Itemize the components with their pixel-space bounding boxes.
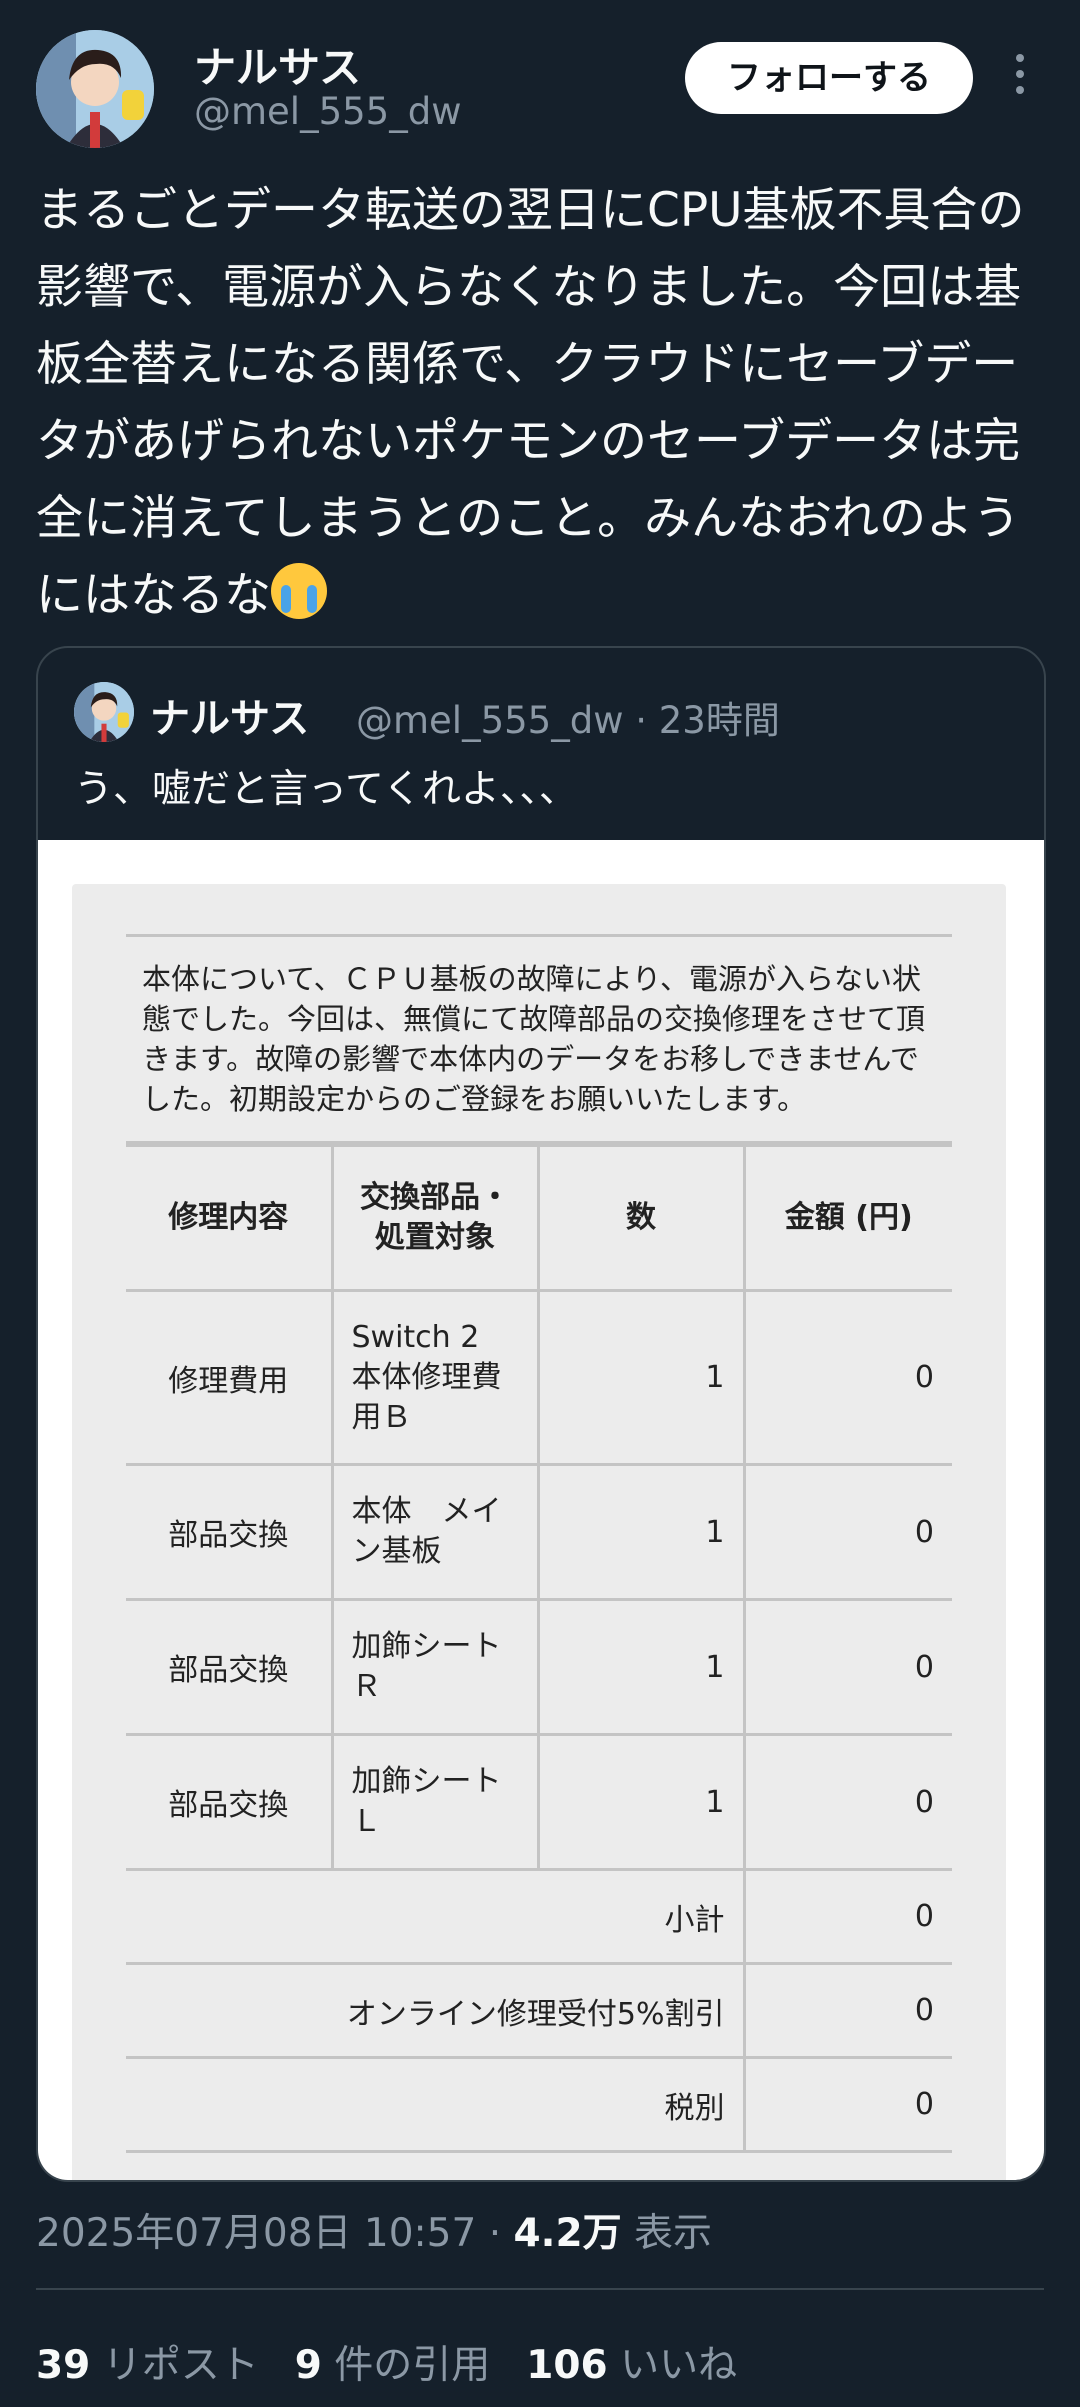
summary-amount: 0: [742, 1868, 952, 1965]
part-cell: Switch 2 本体修理費用Ｂ: [330, 1289, 540, 1466]
timestamp[interactable]: 2025年07月08日 10:57 ·: [36, 2211, 501, 2256]
view-count: 4.2万: [513, 2211, 622, 2256]
tweet-meta: 2025年07月08日 10:57 · 4.2万 表示: [36, 2202, 712, 2258]
engagement-stats: 39 リポスト 9 件の引用 106 いいね: [36, 2334, 737, 2390]
summary-amount: 0: [742, 1962, 952, 2059]
more-options-icon[interactable]: [1010, 54, 1030, 102]
repair-type-cell: 部品交換: [126, 1733, 334, 1871]
table-row: 部品交換 加飾シートＲ 1 0: [126, 1598, 952, 1736]
author-name[interactable]: ナルサス: [194, 34, 361, 95]
divider: [36, 2288, 1044, 2290]
tweet-text: まるごとデータ転送の翌日にCPU基板不具合の影響で、電源が入らなくなりました。今…: [36, 172, 1046, 634]
table-row: 部品交換 加飾シートＬ 1 0: [126, 1733, 952, 1871]
like-count: 106: [526, 2343, 608, 2388]
amount-cell: 0: [742, 1463, 952, 1601]
column-header: 交換部品・処置対象: [330, 1144, 540, 1292]
part-cell: 加飾シートＲ: [330, 1598, 540, 1736]
repost-label: リポスト: [102, 2343, 259, 2388]
author-handle[interactable]: @mel_555_dw: [194, 90, 461, 133]
summary-label: 税別: [126, 2056, 746, 2153]
quote-author-name: ナルサス: [150, 696, 310, 742]
quote-label: 件の引用: [334, 2343, 491, 2388]
view-label: 表示: [634, 2211, 713, 2256]
quote-avatar: [74, 682, 134, 742]
summary-row: 小計 0: [126, 1868, 952, 1965]
column-header: 金額 (円): [742, 1144, 952, 1292]
amount-cell: 0: [742, 1598, 952, 1736]
repair-type-cell: 修理費用: [126, 1289, 334, 1466]
summary-label: オンライン修理受付5%割引: [126, 1962, 746, 2059]
quote-text: う、嘘だと言ってくれよ、、、: [74, 767, 578, 812]
quoted-tweet[interactable]: ナルサス @mel_555_dw · 23時間 う、嘘だと言ってくれよ、、、 本…: [36, 646, 1046, 2182]
follow-button[interactable]: フォローする: [685, 42, 973, 114]
loudly-crying-face-icon: [271, 563, 327, 619]
summary-row: オンライン修理受付5%割引 0: [126, 1962, 952, 2059]
table-row: 部品交換 本体 メイン基板 1 0: [126, 1463, 952, 1601]
likes-link[interactable]: 106 いいね: [526, 2343, 737, 2388]
summary-row: 税別 0: [126, 2056, 952, 2153]
tweet-header: ナルサス @mel_555_dw フォローする: [0, 0, 1080, 160]
like-label: いいね: [620, 2343, 738, 2388]
summary-amount: 0: [742, 2056, 952, 2153]
quotes-link[interactable]: 9 件の引用: [295, 2343, 491, 2388]
repair-type-cell: 部品交換: [126, 1598, 334, 1736]
author-avatar[interactable]: [36, 30, 154, 148]
amount-cell: 0: [742, 1289, 952, 1466]
quantity-cell: 1: [536, 1463, 746, 1601]
column-header: 修理内容: [126, 1144, 334, 1292]
repair-document: 本体について、ＣＰＵ基板の故障により、電源が入らない状態でした。今回は、無償にて…: [72, 884, 1006, 2180]
part-cell: 本体 メイン基板: [330, 1463, 540, 1601]
table-header-row: 修理内容 交換部品・処置対象 数 金額 (円): [126, 1144, 952, 1292]
repair-notice: 本体について、ＣＰＵ基板の故障により、電源が入らない状態でした。今回は、無償にて…: [126, 934, 952, 1144]
column-header: 数: [536, 1144, 746, 1292]
amount-cell: 0: [742, 1733, 952, 1871]
quote-author-handle-time: @mel_555_dw · 23時間: [356, 699, 780, 742]
quote-attached-image[interactable]: 本体について、ＣＰＵ基板の故障により、電源が入らない状態でした。今回は、無償にて…: [38, 840, 1044, 2180]
repair-type-cell: 部品交換: [126, 1463, 334, 1601]
quantity-cell: 1: [536, 1733, 746, 1871]
reposts-link[interactable]: 39 リポスト: [36, 2343, 259, 2388]
quantity-cell: 1: [536, 1289, 746, 1466]
table-row: 修理費用 Switch 2 本体修理費用Ｂ 1 0: [126, 1289, 952, 1466]
repair-table: 修理内容 交換部品・処置対象 数 金額 (円) 修理費用 Switch 2 本体…: [126, 1144, 952, 2153]
document-body: 本体について、ＣＰＵ基板の故障により、電源が入らない状態でした。今回は、無償にて…: [126, 934, 952, 2153]
summary-label: 小計: [126, 1868, 746, 1965]
repost-count: 39: [36, 2343, 91, 2388]
part-cell: 加飾シートＬ: [330, 1733, 540, 1871]
tweet-body: まるごとデータ転送の翌日にCPU基板不具合の影響で、電源が入らなくなりました。今…: [36, 183, 1025, 623]
quote-count: 9: [294, 2343, 322, 2388]
quantity-cell: 1: [536, 1598, 746, 1736]
